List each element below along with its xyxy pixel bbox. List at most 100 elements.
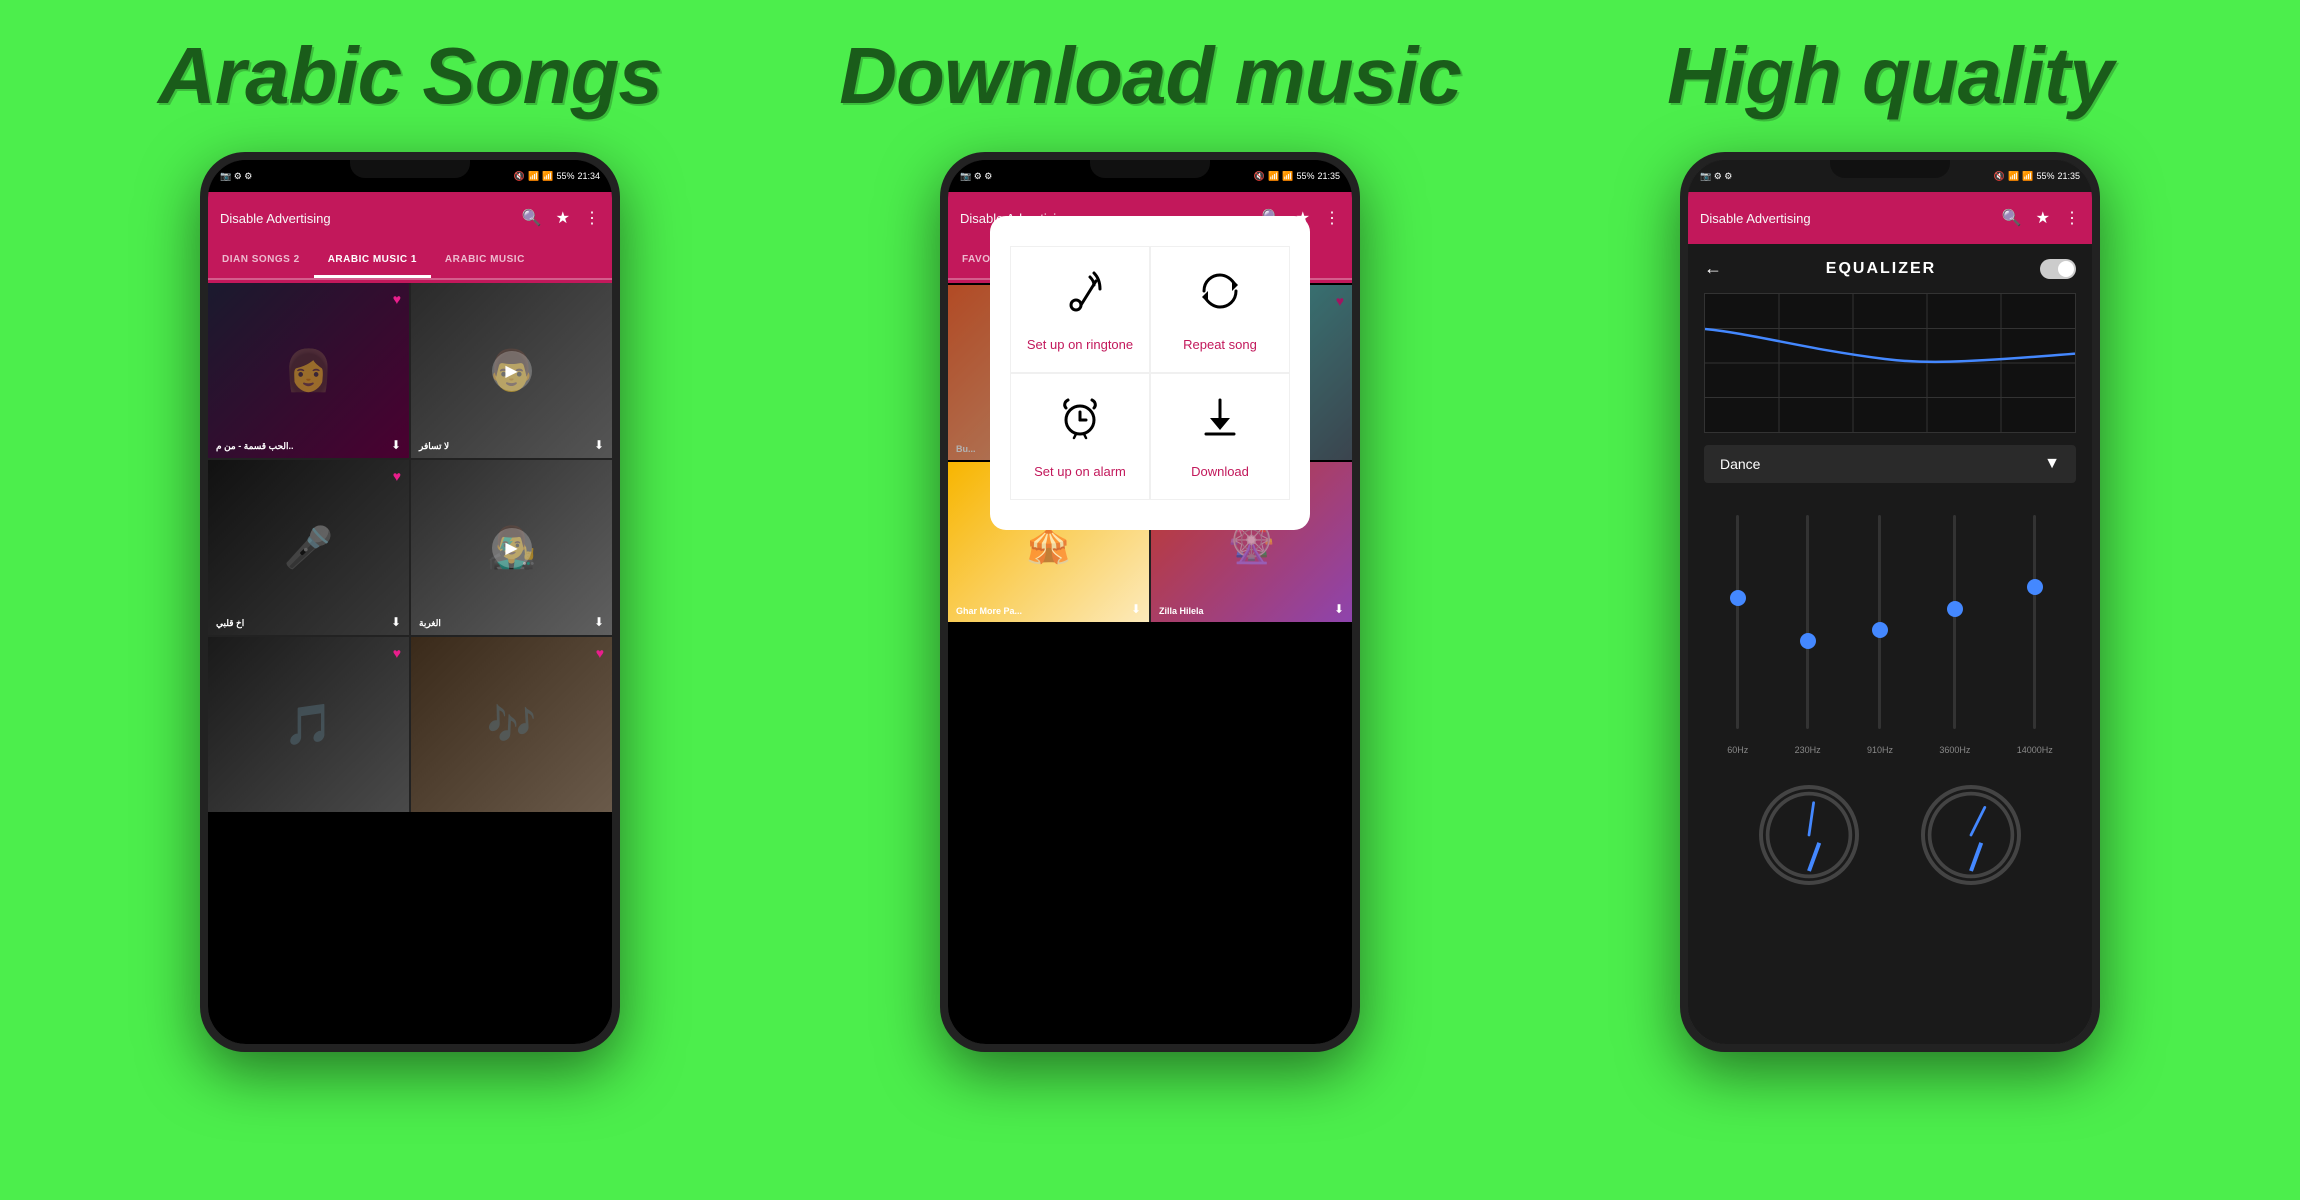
play-btn-4[interactable]: ▶ xyxy=(492,528,532,568)
eq-track-5[interactable] xyxy=(2033,515,2036,729)
heart-1: ♥ xyxy=(393,291,401,307)
dl-icon-2[interactable]: ⬇ xyxy=(1334,602,1344,616)
dl-icon-1[interactable]: ⬇ xyxy=(1131,602,1141,616)
eq-dot-5[interactable] xyxy=(2027,579,2043,595)
eq-toggle[interactable] xyxy=(2040,259,2076,279)
dialog-box: Set up on ringtone xyxy=(990,216,1310,530)
eq-track-4[interactable] xyxy=(1953,515,1956,729)
dial-1-svg xyxy=(1763,789,1855,881)
status-bar-2: 📷 ⚙ ⚙ 🔇 📶 📶 55% 21:35 xyxy=(948,160,1352,192)
eq-freq-1: 60Hz xyxy=(1727,745,1748,755)
download-music-title: Download music xyxy=(839,30,1461,122)
eq-grid-svg xyxy=(1705,294,2075,432)
app-bar-3: Disable Advertising 🔍 ★ ⋮ xyxy=(1688,192,2092,244)
status-bar-1: 📷 ⚙ ⚙ 🔇 📶 📶 55% 21:34 xyxy=(208,160,612,192)
time-1: 21:34 xyxy=(577,171,600,181)
preset-label: Dance xyxy=(1720,456,1760,472)
download-icon-dialog xyxy=(1196,394,1244,452)
song-card-2[interactable]: 👨 ▶ لا تسافر ⬇ xyxy=(411,283,612,458)
phone-2: 📷 ⚙ ⚙ 🔇 📶 📶 55% 21:35 Disable Advertisin… xyxy=(940,152,1360,1052)
time-3: 21:35 xyxy=(2057,171,2080,181)
dialog-item-ringtone[interactable]: Set up on ringtone xyxy=(1010,246,1150,373)
eq-slider-230hz: 230Hz xyxy=(1795,515,1821,755)
tab-arabic-music-1[interactable]: ARABIC MUSIC 1 xyxy=(314,244,431,278)
content-with-dialog: 🎬 ♥ Bu... 🎭 ♥ xyxy=(948,285,1352,460)
eq-dot-1[interactable] xyxy=(1730,590,1746,606)
bottom-row-2: لا تسافر ⬇ xyxy=(419,438,604,452)
time-2: 21:35 xyxy=(1317,171,1340,181)
download-1[interactable]: ⬇ xyxy=(391,438,401,452)
more-icon-1[interactable]: ⋮ xyxy=(584,208,600,228)
phone-3-screen: 📷 ⚙ ⚙ 🔇 📶 📶 55% 21:35 Disable Advertisin… xyxy=(1688,160,2092,1044)
song-card-4[interactable]: 👨‍🎤 ▶ الغربة ⬇ xyxy=(411,460,612,635)
cover-3: 🎤 xyxy=(208,460,409,635)
song-title-3: اخ قلبي xyxy=(216,618,244,629)
song-grid-1: 👩 ♥ الحب قسمة - من م.. ⬇ 👨 ▶ لا تسافر ⬇ xyxy=(208,283,612,812)
phone-3: 📷 ⚙ ⚙ 🔇 📶 📶 55% 21:35 Disable Advertisin… xyxy=(1680,152,2100,1052)
dial-2[interactable] xyxy=(1921,785,2021,885)
search-icon-3[interactable]: 🔍 xyxy=(2002,208,2022,228)
wifi-icon-3: 📶 xyxy=(2008,171,2019,182)
download-2[interactable]: ⬇ xyxy=(594,438,604,452)
bottom-row-4: الغربة ⬇ xyxy=(419,615,604,629)
song-card-5[interactable]: 🎵 ♥ xyxy=(208,637,409,812)
dialog-item-alarm[interactable]: Set up on alarm xyxy=(1010,373,1150,500)
heart-6: ♥ xyxy=(596,645,604,661)
dialog-overlay: Set up on ringtone xyxy=(948,285,1352,460)
eq-track-1[interactable] xyxy=(1736,515,1739,729)
download-3[interactable]: ⬇ xyxy=(391,615,401,629)
download-label: Download xyxy=(1191,464,1249,479)
eq-track-3[interactable] xyxy=(1878,515,1881,729)
song-title-4: الغربة xyxy=(419,618,441,629)
eq-slider-910hz: 910Hz xyxy=(1867,515,1893,755)
mute-icon-1: 🔇 xyxy=(514,171,525,182)
battery-3: 55% xyxy=(2036,171,2054,181)
ringtone-icon xyxy=(1056,267,1104,325)
bottom-row-3: اخ قلبي ⬇ xyxy=(216,615,401,629)
status-bar-3: 📷 ⚙ ⚙ 🔇 📶 📶 55% 21:35 xyxy=(1688,160,2092,192)
phone-2-screen: 📷 ⚙ ⚙ 🔇 📶 📶 55% 21:35 Disable Advertisin… xyxy=(948,160,1352,1044)
more-icon-2[interactable]: ⋮ xyxy=(1324,208,1340,228)
more-icon-3[interactable]: ⋮ xyxy=(2064,208,2080,228)
heart-3: ♥ xyxy=(393,468,401,484)
eq-header: ← EQUALIZER xyxy=(1688,244,2092,293)
eq-dot-3[interactable] xyxy=(1872,622,1888,638)
status-left-3: 📷 ⚙ ⚙ xyxy=(1700,171,1732,182)
eq-title: EQUALIZER xyxy=(1826,260,1936,278)
eq-freq-4: 3600Hz xyxy=(1939,745,1970,755)
back-arrow-icon[interactable]: ← xyxy=(1704,258,1722,279)
play-btn-2[interactable]: ▶ xyxy=(492,351,532,391)
song-card-6[interactable]: 🎶 ♥ xyxy=(411,637,612,812)
tabs-1: DIAN SONGS 2 ARABIC MUSIC 1 ARABIC MUSIC xyxy=(208,244,612,280)
eq-track-2[interactable] xyxy=(1806,515,1809,729)
dialog-item-download[interactable]: Download xyxy=(1150,373,1290,500)
tab-arabic-music-2[interactable]: ARABIC MUSIC xyxy=(431,244,539,278)
battery-2: 55% xyxy=(1296,171,1314,181)
cover-5: 🎵 xyxy=(208,637,409,812)
song-card-1[interactable]: 👩 ♥ الحب قسمة - من م.. ⬇ xyxy=(208,283,409,458)
eq-chart xyxy=(1704,293,2076,433)
star-icon-1[interactable]: ★ xyxy=(556,208,570,228)
dialog-item-repeat[interactable]: Repeat song xyxy=(1150,246,1290,373)
status-left-1: 📷 ⚙ ⚙ xyxy=(220,171,252,182)
arabic-songs-title: Arabic Songs xyxy=(158,30,662,122)
chevron-down-icon[interactable]: ▼ xyxy=(2044,455,2060,473)
status-right-3: 🔇 📶 📶 55% 21:35 xyxy=(1994,171,2080,182)
signal-icon-1: 📶 xyxy=(542,171,553,182)
app-bar-icons-1: 🔍 ★ ⋮ xyxy=(522,208,600,228)
eq-freq-2: 230Hz xyxy=(1795,745,1821,755)
dial-1[interactable] xyxy=(1759,785,1859,885)
eq-freq-3: 910Hz xyxy=(1867,745,1893,755)
download-4[interactable]: ⬇ xyxy=(594,615,604,629)
tab-dian-songs-2[interactable]: DIAN SONGS 2 xyxy=(208,244,314,278)
eq-preset: Dance ▼ xyxy=(1704,445,2076,483)
status-left-2: 📷 ⚙ ⚙ xyxy=(960,171,992,182)
song-card-3[interactable]: 🎤 ♥ اخ قلبي ⬇ xyxy=(208,460,409,635)
search-icon-1[interactable]: 🔍 xyxy=(522,208,542,228)
eq-dot-2[interactable] xyxy=(1800,633,1816,649)
signal-icon-3: 📶 xyxy=(2022,171,2033,182)
ringtone-label: Set up on ringtone xyxy=(1027,337,1133,352)
app-bar-title-3: Disable Advertising xyxy=(1700,211,1994,226)
star-icon-3[interactable]: ★ xyxy=(2036,208,2050,228)
eq-dot-4[interactable] xyxy=(1947,601,1963,617)
